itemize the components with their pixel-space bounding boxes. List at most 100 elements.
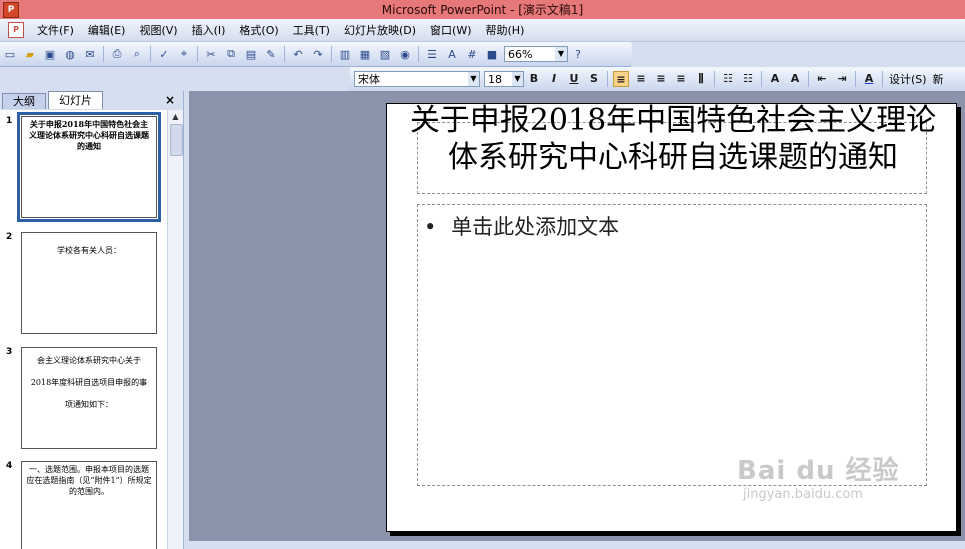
- chevron-down-icon[interactable]: ▼: [555, 47, 567, 61]
- toolbar-separator: [607, 71, 608, 87]
- slide-thumbnail[interactable]: 一、选题范围。申报本项目的选题应在选题指南（见“附件1”）所规定的范围内。: [21, 461, 157, 549]
- chevron-down-icon[interactable]: ▼: [512, 72, 523, 86]
- italic-button[interactable]: I: [546, 71, 562, 87]
- increase-indent-icon[interactable]: ⇥: [834, 71, 850, 87]
- permission-icon[interactable]: ◍: [62, 46, 78, 62]
- slide-thumbnail[interactable]: 关于申报2018年中国特色社会主义理论体系研究中心科研自选课题的通知: [17, 112, 161, 222]
- slide-number: 1: [6, 116, 13, 126]
- new-icon[interactable]: ▭: [2, 46, 18, 62]
- standard-toolbar: ▭ ▰ ▣ ◍ ✉ ⎙ ⌕ ✓ ⌖ ✂ ⧉ ▤ ✎ ↶ ↷ ▥ ▦ ▧ ◉ ☰ …: [0, 42, 632, 67]
- font-size-dropdown[interactable]: 18 ▼: [484, 71, 524, 87]
- menu-help[interactable]: 帮助(H): [479, 22, 532, 38]
- toolbar-separator: [331, 46, 332, 62]
- show-grid-icon[interactable]: #: [464, 46, 480, 62]
- thumbnail-text: 项通知如下：: [65, 400, 113, 409]
- toolbar-separator: [418, 46, 419, 62]
- shadow-button[interactable]: S: [586, 71, 602, 87]
- menu-slideshow[interactable]: 幻灯片放映(D): [337, 22, 423, 38]
- menu-file[interactable]: 文件(F): [30, 22, 81, 38]
- toolbar-separator: [761, 71, 762, 87]
- spelling-icon[interactable]: ✓: [156, 46, 172, 62]
- open-icon[interactable]: ▰: [22, 46, 38, 62]
- color-grayscale-icon[interactable]: ■: [484, 46, 500, 62]
- toolbar-separator: [882, 71, 883, 87]
- body-text-line[interactable]: • 单击此处添加文本: [424, 211, 619, 241]
- slide-number: 2: [6, 232, 13, 242]
- menu-format[interactable]: 格式(O): [232, 22, 285, 38]
- zoom-value: 66%: [508, 47, 533, 61]
- align-center-icon[interactable]: ≡: [633, 71, 649, 87]
- copy-icon[interactable]: ⧉: [223, 46, 239, 62]
- toolbar-separator: [855, 71, 856, 87]
- help-icon[interactable]: ?: [570, 46, 586, 62]
- undo-icon[interactable]: ↶: [290, 46, 306, 62]
- slide-number: 4: [6, 461, 13, 471]
- font-name-value: 宋体: [358, 73, 380, 86]
- zoom-dropdown[interactable]: 66% ▼: [504, 46, 568, 62]
- slide-title[interactable]: 关于申报2018年中国特色社会主义理论体系研究中心科研自选课题的通知: [407, 102, 939, 176]
- design-button[interactable]: 设计(S): [886, 71, 930, 87]
- scrollbar-thumb[interactable]: [170, 124, 183, 156]
- formatting-toolbar: 宋体 ▼ 18 ▼ B I U S ≡ ≡ ≡ ≡ ⫼ ☷ ☷ A A ⇤ ⇥ …: [350, 67, 965, 92]
- scroll-up-icon[interactable]: ▲: [168, 110, 183, 124]
- document-icon[interactable]: P: [8, 22, 24, 38]
- redo-icon[interactable]: ↷: [310, 46, 326, 62]
- align-right-icon[interactable]: ≡: [653, 71, 669, 87]
- thumbnail-scrollbar[interactable]: ▲: [167, 110, 183, 549]
- toolbar-separator: [103, 46, 104, 62]
- font-color-icon[interactable]: A: [861, 71, 877, 87]
- watermark-url: jingyan.baidu.com: [743, 487, 863, 502]
- align-left-icon[interactable]: ≡: [613, 71, 629, 87]
- menu-tools[interactable]: 工具(T): [286, 22, 337, 38]
- cut-icon[interactable]: ✂: [203, 46, 219, 62]
- menu-edit[interactable]: 编辑(E): [81, 22, 133, 38]
- thumbnail-text: 2018年度科研自选项目申报的事: [30, 378, 148, 387]
- status-strip: [189, 541, 965, 549]
- font-size-value: 18: [488, 72, 502, 86]
- decrease-indent-icon[interactable]: ⇤: [814, 71, 830, 87]
- close-icon[interactable]: ×: [165, 93, 175, 107]
- print-icon[interactable]: ⎙: [109, 46, 125, 62]
- columns-icon[interactable]: ⫼: [693, 71, 709, 87]
- expand-all-icon[interactable]: ☰: [424, 46, 440, 62]
- chevron-down-icon[interactable]: ▼: [468, 72, 479, 86]
- new-slide-button[interactable]: 新: [930, 71, 947, 87]
- slide-thumbnail[interactable]: 学校各有关人员：: [21, 232, 157, 334]
- font-name-dropdown[interactable]: 宋体 ▼: [354, 71, 480, 87]
- bullet-icon: •: [424, 215, 437, 239]
- bullets-icon[interactable]: ☷: [740, 71, 756, 87]
- numbering-icon[interactable]: ☷: [720, 71, 736, 87]
- tables-borders-icon[interactable]: ▧: [377, 46, 393, 62]
- thumbnail-text: 关于申报2018年中国特色社会主义理论体系研究中心科研自选课题的通知: [29, 119, 149, 151]
- toolbar-separator: [808, 71, 809, 87]
- body-placeholder-text: 单击此处添加文本: [451, 215, 620, 239]
- save-icon[interactable]: ▣: [42, 46, 58, 62]
- decrease-font-icon[interactable]: A: [787, 71, 803, 87]
- research-icon[interactable]: ⌖: [176, 46, 192, 62]
- body-placeholder[interactable]: • 单击此处添加文本: [417, 204, 927, 486]
- menu-window[interactable]: 窗口(W): [423, 22, 478, 38]
- insert-chart-icon[interactable]: ▥: [337, 46, 353, 62]
- hyperlink-icon[interactable]: ◉: [397, 46, 413, 62]
- menu-view[interactable]: 视图(V): [132, 22, 184, 38]
- pane-tabs: 大纲 幻灯片: [0, 91, 183, 109]
- menu-insert[interactable]: 插入(I): [185, 22, 233, 38]
- email-icon[interactable]: ✉: [82, 46, 98, 62]
- tab-slides[interactable]: 幻灯片: [48, 91, 103, 109]
- slide-thumbnail[interactable]: 会主义理论体系研究中心关于 2018年度科研自选项目申报的事 项通知如下：: [21, 347, 157, 449]
- slides-pane: 大纲 幻灯片 × 1 关于申报2018年中国特色社会主义理论体系研究中心科研自选…: [0, 91, 184, 549]
- thumbnail-text: 一、选题范围。申报本项目的选题应在选题指南（见“附件1”）所规定的范围内。: [26, 465, 152, 496]
- format-painter-icon[interactable]: ✎: [263, 46, 279, 62]
- tab-outline[interactable]: 大纲: [2, 93, 46, 109]
- justify-icon[interactable]: ≡: [673, 71, 689, 87]
- show-formatting-icon[interactable]: A: [444, 46, 460, 62]
- slide-number: 3: [6, 347, 13, 357]
- bold-button[interactable]: B: [526, 71, 542, 87]
- underline-button[interactable]: U: [566, 71, 582, 87]
- increase-font-icon[interactable]: A: [767, 71, 783, 87]
- paste-icon[interactable]: ▤: [243, 46, 259, 62]
- baidu-watermark: Bai du 经验 jingyan.baidu.com: [737, 450, 927, 520]
- insert-table-icon[interactable]: ▦: [357, 46, 373, 62]
- slide-thumbnails: 1 关于申报2018年中国特色社会主义理论体系研究中心科研自选课题的通知 2 学…: [0, 110, 167, 549]
- print-preview-icon[interactable]: ⌕: [129, 46, 145, 62]
